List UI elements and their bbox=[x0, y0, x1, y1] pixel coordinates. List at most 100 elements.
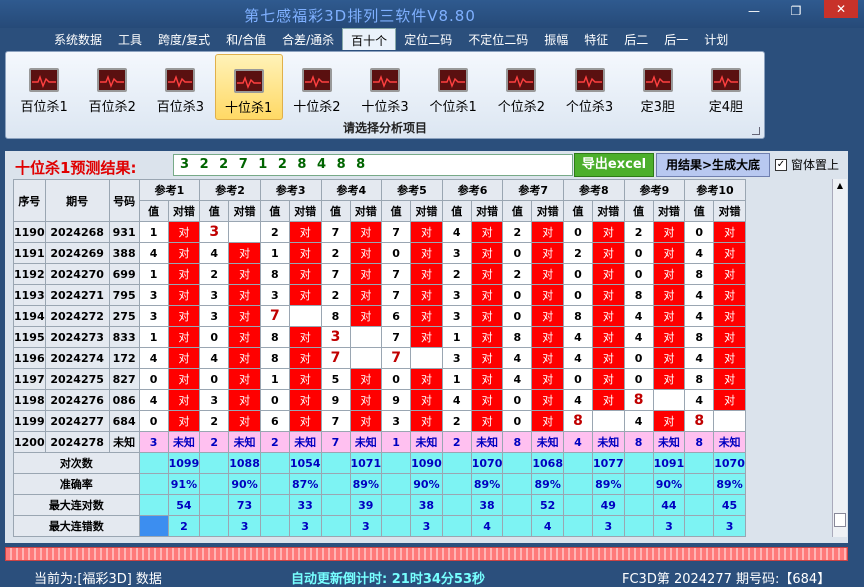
stats-value: 89% bbox=[349, 473, 383, 495]
checkbox-icon[interactable]: ✓ bbox=[775, 158, 787, 171]
row-number: 388 bbox=[108, 242, 140, 264]
col-value: 值 bbox=[199, 200, 230, 222]
ontop-checkbox[interactable]: ✓ 窗体置上 bbox=[775, 156, 839, 173]
table-row[interactable]: 1192 2024270 699 1 对 2 对 8 对 7 对 7 对 2 对 2 对 0 对 0 对 8 对 bbox=[13, 263, 746, 285]
ribbon-button[interactable]: 百位杀1 bbox=[10, 54, 78, 120]
row-number: 172 bbox=[108, 347, 140, 369]
table-row[interactable]: 1191 2024269 388 4 对 4 对 1 对 2 对 0 对 3 对 0 对 2 对 0 对 4 对 bbox=[13, 242, 746, 264]
cell-value: 2 bbox=[441, 410, 472, 432]
ribbon-button[interactable]: 个位杀1 bbox=[419, 54, 487, 120]
cell-result: 对 bbox=[592, 242, 625, 264]
stats-value: 3 bbox=[410, 515, 443, 537]
menu-item[interactable]: 百十个 bbox=[342, 28, 397, 50]
pred-result: 未知 bbox=[592, 431, 625, 453]
cell-result: 对 bbox=[228, 263, 261, 285]
cell-result: 对 bbox=[167, 410, 201, 432]
stats-value: 87% bbox=[288, 473, 322, 495]
cell-result bbox=[349, 326, 383, 348]
ribbon-button[interactable]: 个位杀2 bbox=[487, 54, 555, 120]
ribbon-button[interactable]: 百位杀2 bbox=[78, 54, 146, 120]
table-row[interactable]: 1197 2024275 827 0 对 0 对 1 对 5 对 0 对 1 对 4 对 0 对 0 对 8 对 bbox=[13, 368, 746, 390]
pred-value: 8 bbox=[623, 431, 654, 453]
stats-spacer bbox=[259, 494, 290, 516]
row-period: 2024273 bbox=[44, 326, 110, 348]
ribbon-expand-icon[interactable] bbox=[752, 127, 760, 135]
result-field[interactable]: 3 2 2 7 1 2 8 4 8 8 bbox=[173, 154, 573, 176]
stats-value: 3 bbox=[592, 515, 625, 537]
restore-icon[interactable]: ❐ bbox=[782, 4, 810, 18]
scroll-up-icon[interactable]: ▲ bbox=[835, 181, 845, 191]
close-icon[interactable]: ✕ bbox=[824, 0, 858, 18]
status-current: 当前为:[福彩3D] 数据 bbox=[34, 572, 162, 587]
cell-value: 3 bbox=[138, 284, 169, 306]
export-excel-button[interactable]: 导出excel bbox=[574, 153, 654, 177]
row-period: 2024272 bbox=[44, 305, 110, 327]
menu-item[interactable]: 后二 bbox=[616, 28, 656, 50]
stats-spacer bbox=[199, 494, 230, 516]
pred-value: 2 bbox=[441, 431, 472, 453]
menu-item[interactable]: 定位二码 bbox=[396, 28, 460, 50]
cell-result: 对 bbox=[410, 389, 443, 411]
menu-item[interactable]: 合差/通杀 bbox=[274, 28, 342, 50]
menu-bar: 系统数据 工具 跨度/复式 和/合值 合差/通杀 百十个 定位二码 不定位二码 振幅 特征 后二 后一… bbox=[0, 28, 864, 50]
cell-value: 4 bbox=[684, 305, 715, 327]
table-row[interactable]: 1190 2024268 931 1 对 3 2 对 7 对 7 对 4 对 2 对 0 对 2 对 0 对 bbox=[13, 221, 746, 243]
minimize-icon[interactable]: — bbox=[740, 4, 768, 18]
ribbon-button-label: 百位杀1 bbox=[20, 100, 68, 115]
cell-value: 4 bbox=[138, 242, 169, 264]
cell-result: 对 bbox=[349, 242, 383, 264]
menu-item[interactable]: 跨度/复式 bbox=[150, 28, 218, 50]
col-value: 值 bbox=[623, 200, 654, 222]
menu-item[interactable]: 不定位二码 bbox=[460, 28, 536, 50]
cell-result: 对 bbox=[288, 347, 322, 369]
stats-value: 1091 bbox=[652, 452, 686, 474]
cell-value: 7 bbox=[320, 410, 351, 432]
cell-result: 对 bbox=[531, 305, 564, 327]
ribbon-button[interactable]: 定3胆 bbox=[624, 54, 692, 120]
table-row[interactable]: 1198 2024276 086 4 对 3 对 0 对 9 对 9 对 4 对 0 对 4 对 8 4 对 bbox=[13, 389, 746, 411]
ribbon-button-label: 十位杀3 bbox=[361, 100, 409, 115]
row-number: 833 bbox=[108, 326, 140, 348]
stats-value: 3 bbox=[228, 515, 261, 537]
cell-result: 对 bbox=[652, 263, 686, 285]
ribbon-button[interactable]: 个位杀3 bbox=[555, 54, 623, 120]
vertical-scrollbar[interactable]: ▲ bbox=[832, 179, 847, 537]
stats-value: 1077 bbox=[592, 452, 625, 474]
row-seq: 1196 bbox=[13, 347, 46, 369]
stats-spacer bbox=[259, 515, 290, 537]
cell-value: 0 bbox=[199, 326, 230, 348]
cell-result: 对 bbox=[470, 242, 504, 264]
ribbon-button[interactable]: 定4胆 bbox=[692, 54, 760, 120]
cell-result: 对 bbox=[288, 410, 322, 432]
cell-value: 0 bbox=[502, 305, 533, 327]
menu-item[interactable]: 系统数据 bbox=[46, 28, 110, 50]
menu-item[interactable]: 工具 bbox=[110, 28, 150, 50]
row-number: 未知 bbox=[108, 431, 140, 453]
col-result: 对错 bbox=[652, 200, 686, 222]
prediction-row[interactable]: 1200 2024278 未知 3 未知 2 未知 2 未知 7 未知 1 未知 2 未知 8 未知 4 未知 8 未知… bbox=[13, 431, 746, 453]
table-row[interactable]: 1195 2024273 833 1 对 0 对 8 对 3 7 对 1 对 8 对 4 对 4 对 8 对 bbox=[13, 326, 746, 348]
table-row[interactable]: 1196 2024274 172 4 对 4 对 8 对 7 7 3 对 4 对 4 对 0 对 4 对 bbox=[13, 347, 746, 369]
cell-result: 对 bbox=[167, 284, 201, 306]
col-ref: 参考6 bbox=[441, 179, 504, 201]
menu-item[interactable]: 后一 bbox=[656, 28, 696, 50]
menu-item[interactable]: 和/合值 bbox=[218, 28, 274, 50]
ribbon-button[interactable]: 百位杀3 bbox=[146, 54, 214, 120]
scroll-thumb[interactable] bbox=[834, 513, 846, 527]
cell-value: 1 bbox=[138, 263, 169, 285]
ribbon-button[interactable]: 十位杀3 bbox=[351, 54, 419, 120]
ribbon-button[interactable]: 十位杀2 bbox=[283, 54, 351, 120]
ribbon-button[interactable]: 十位杀1 bbox=[214, 54, 283, 120]
cell-value: 4 bbox=[623, 305, 654, 327]
table-row[interactable]: 1194 2024272 275 3 对 3 对 7 8 对 6 对 3 对 0 对 8 对 4 对 4 对 bbox=[13, 305, 746, 327]
menu-item[interactable]: 振幅 bbox=[536, 28, 576, 50]
table-row[interactable]: 1193 2024271 795 3 对 3 对 3 对 2 对 7 对 3 对 0 对 0 对 8 对 4 对 bbox=[13, 284, 746, 306]
cell-result: 对 bbox=[531, 263, 564, 285]
menu-item[interactable]: 计划 bbox=[696, 28, 736, 50]
menu-item[interactable]: 特征 bbox=[576, 28, 616, 50]
cell-value: 3 bbox=[381, 410, 412, 432]
cell-result: 对 bbox=[470, 221, 504, 243]
cell-result: 对 bbox=[288, 389, 322, 411]
table-row[interactable]: 1199 2024277 684 0 对 2 对 6 对 7 对 3 对 2 对 0 对 8 4 对 8 bbox=[13, 410, 746, 432]
generate-button[interactable]: 用结果>生成大底 bbox=[656, 153, 770, 177]
